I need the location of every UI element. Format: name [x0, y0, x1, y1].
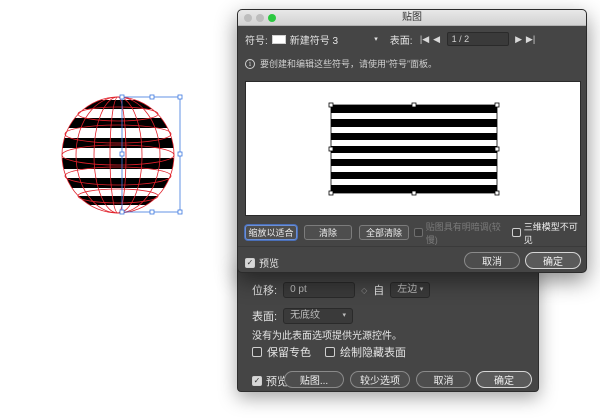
position-field[interactable]: 0 pt: [283, 282, 356, 298]
map-art-label: 贴图...: [299, 376, 329, 387]
scale-to-fit-label: 缩放以适合: [248, 228, 294, 238]
clear-button[interactable]: 清除: [304, 225, 352, 240]
3d-options-dialog: 位移: 0 pt ◇ 自 左边 ▾ 表面: 无底纹 ▾ 没有为此表面选项提供光源…: [237, 262, 539, 392]
back-ok-label: 确定: [494, 376, 514, 387]
ok-button[interactable]: 确定: [525, 252, 581, 269]
checkbox-icon: [325, 347, 335, 357]
position-label: 位移:: [252, 285, 278, 297]
fewer-options-button[interactable]: 较少选项: [350, 371, 410, 388]
surface-value: 无底纹: [290, 310, 321, 321]
info-text: 要创建和编辑这些符号，请使用“符号”面板。: [260, 59, 437, 69]
symbol-select[interactable]: 新建符号 3 ▾: [290, 32, 378, 47]
invisible-geometry-checkbox[interactable]: 三维模型不可见: [512, 222, 584, 245]
page-value: 1 / 2: [451, 34, 470, 44]
invisible-geometry-label: 三维模型不可见: [523, 221, 578, 245]
surface-row: 表面: 无底纹 ▾: [252, 308, 354, 324]
close-window-icon[interactable]: [244, 14, 252, 22]
clear-all-label: 全部清除: [365, 228, 402, 238]
last-page-icon[interactable]: ▶|: [525, 34, 537, 45]
back-cancel-label: 取消: [433, 376, 454, 387]
ok-label: 确定: [543, 257, 563, 268]
back-preview-checkbox[interactable]: ✓ 预览: [252, 373, 288, 389]
divider: [238, 246, 586, 247]
symbol-label: 符号:: [245, 35, 268, 47]
checkbox-icon: [252, 347, 262, 357]
back-ok-button[interactable]: 确定: [476, 371, 532, 388]
from-label: 自: [373, 285, 385, 297]
map-art-dialog: 贴图 符号: 新建符号 3 ▾ 表面: |◀ ◀ 1 / 2 ▶ ▶| i 要创…: [237, 9, 587, 273]
shade-artwork-label: 贴图具有明暗调(较慢): [425, 221, 501, 245]
preserve-spot-label: 保留专色: [267, 347, 311, 359]
preview-label: 预览: [259, 259, 279, 270]
surface-label: 表面:: [389, 35, 413, 47]
minimize-window-icon[interactable]: [256, 14, 264, 22]
scale-to-fit-button[interactable]: 缩放以适合: [245, 225, 297, 240]
symbol-preview-canvas[interactable]: [245, 81, 581, 216]
chevron-down-icon: ▾: [342, 312, 347, 319]
dropdown-chevron-icon: ▾: [374, 36, 378, 43]
surface-select[interactable]: 无底纹 ▾: [283, 308, 354, 324]
checkbox-checked-icon: ✓: [245, 257, 255, 268]
info-icon: i: [245, 58, 255, 69]
clear-label: 清除: [318, 228, 337, 238]
next-page-icon[interactable]: ▶: [513, 34, 525, 45]
checkbox-icon: [414, 228, 423, 237]
fewer-options-label: 较少选项: [360, 376, 400, 387]
preserve-spot-checkbox[interactable]: 保留专色: [252, 344, 311, 360]
title-bar[interactable]: 贴图: [238, 10, 586, 26]
checkbox-checked-icon: ✓: [252, 376, 262, 386]
surface-label: 表面:: [252, 311, 278, 323]
lighting-note-text: 没有为此表面选项提供光源控件。: [252, 331, 402, 342]
first-page-icon[interactable]: |◀: [419, 34, 431, 45]
back-cancel-button[interactable]: 取消: [416, 371, 471, 388]
symbol-toolbar: 符号: 新建符号 3 ▾ 表面: |◀ ◀ 1 / 2 ▶ ▶|: [245, 31, 581, 47]
from-value: 左边: [397, 284, 418, 295]
chevron-down-icon: ▾: [419, 286, 424, 293]
position-value: 0 pt: [290, 284, 307, 295]
info-message: i 要创建和编辑这些符号，请使用“符号”面板。: [245, 57, 437, 70]
zoom-window-icon[interactable]: [268, 14, 276, 22]
surface-options-row: 保留专色 绘制隐藏表面: [252, 344, 406, 360]
symbol-swatch-icon: [271, 34, 286, 44]
draw-hidden-checkbox[interactable]: 绘制隐藏表面: [325, 344, 406, 360]
striped-sphere-artwork[interactable]: [58, 94, 186, 218]
symbol-value: 新建符号 3: [289, 35, 339, 47]
preview-checkbox[interactable]: ✓ 预览: [245, 255, 279, 270]
prev-page-icon[interactable]: ◀: [431, 34, 443, 45]
clear-all-button[interactable]: 全部清除: [359, 225, 409, 240]
position-row: 位移: 0 pt ◇ 自 左边 ▾: [252, 282, 431, 298]
page-field[interactable]: 1 / 2: [446, 32, 509, 46]
cancel-label: 取消: [482, 257, 502, 268]
shade-artwork-checkbox[interactable]: 贴图具有明暗调(较慢): [414, 222, 510, 245]
stepper-icon[interactable]: ◇: [361, 286, 367, 295]
window-title: 贴图: [402, 12, 422, 23]
map-art-button[interactable]: 贴图...: [284, 371, 344, 388]
checkbox-icon: [512, 228, 521, 237]
lighting-note: 没有为此表面选项提供光源控件。: [252, 327, 402, 342]
from-select[interactable]: 左边 ▾: [390, 282, 431, 298]
symbol-artwork: [328, 102, 500, 196]
cancel-button[interactable]: 取消: [464, 252, 520, 269]
draw-hidden-label: 绘制隐藏表面: [340, 347, 406, 359]
